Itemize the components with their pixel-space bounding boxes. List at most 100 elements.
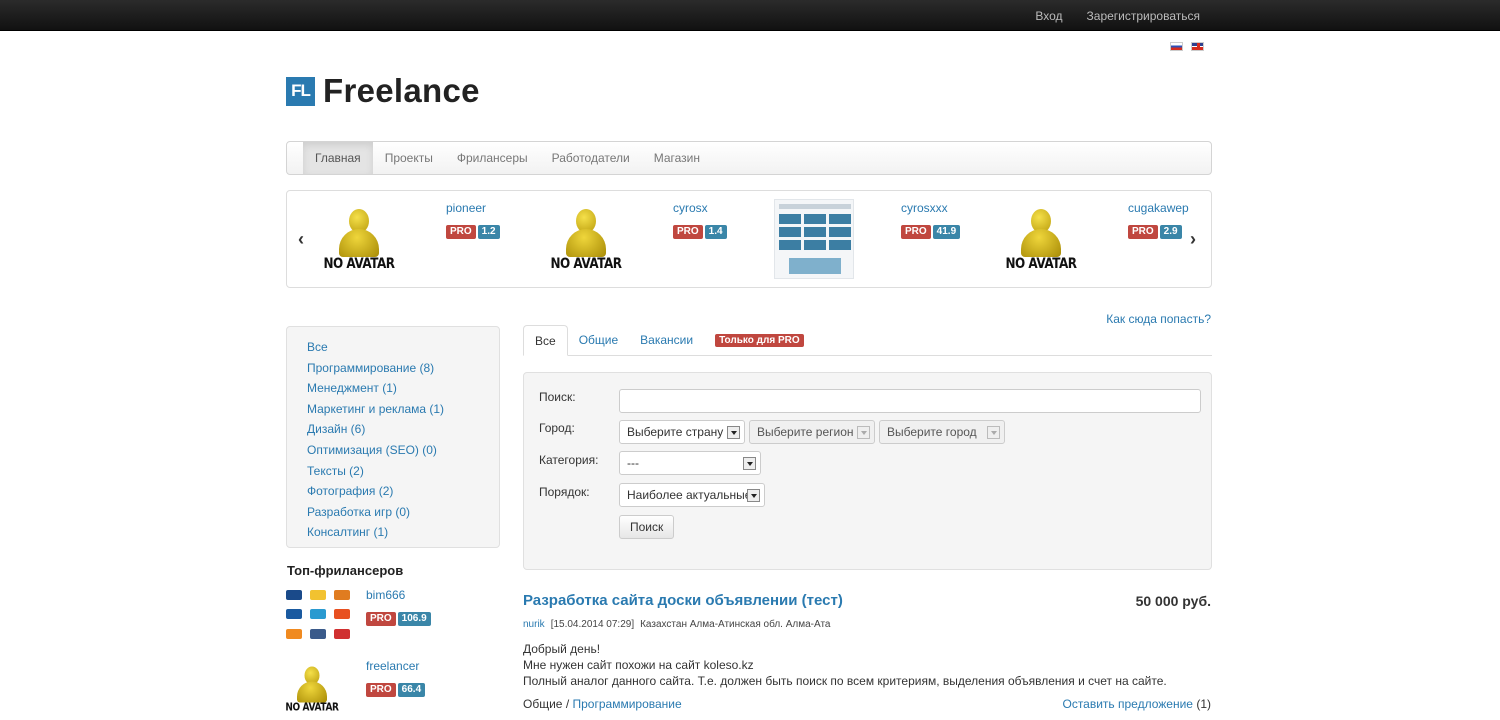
no-avatar-image[interactable]: NO AVATAR [282, 659, 339, 713]
category-select[interactable]: --- [619, 451, 761, 475]
english-flag-icon[interactable] [1191, 42, 1204, 51]
offer-count: (1) [1196, 697, 1211, 711]
category-separator: / [565, 697, 570, 711]
no-avatar-label: NO AVATAR [285, 700, 339, 714]
carousel-item: cyrosxxx PRO 41.9 [774, 191, 961, 287]
tab-general[interactable]: Общие [568, 325, 629, 355]
search-button[interactable]: Поиск [619, 515, 675, 539]
rating-badge: 1.2 [477, 225, 500, 239]
freelancer-name-link[interactable]: bim666 [366, 588, 405, 602]
category-link[interactable]: Консалтинг (1) [307, 522, 499, 543]
description-line: Полный аналог данного сайта. Т.е. должен… [523, 674, 1167, 688]
logo-text: Freelance [323, 72, 480, 109]
pro-badge: PRO [1128, 225, 1158, 239]
chevron-down-icon [987, 426, 1000, 439]
pro-badge: PRO [901, 225, 931, 239]
no-avatar-image[interactable]: NO AVATAR [1001, 199, 1081, 279]
author-link[interactable]: nurik [523, 619, 545, 630]
order-select-value: Наиболее актуальные [627, 488, 752, 502]
search-input[interactable] [619, 389, 1201, 413]
project-meta: nurik [15.04.2014 07:29] Казахстан Алма-Ат… [523, 619, 837, 630]
country-select[interactable]: Выберите страну [619, 420, 745, 444]
carousel-item: NO AVATAR cyrosx PRO 1.4 [546, 191, 727, 287]
search-filter-panel: Поиск: Город: Выберите страну Выберите р… [523, 372, 1212, 570]
category-link[interactable]: Менеджмент (1) [307, 378, 499, 399]
nav-employers[interactable]: Работодатели [540, 142, 642, 174]
category-link[interactable]: Тексты (2) [307, 461, 499, 482]
rating-badge: 2.9 [1159, 225, 1182, 239]
chevron-down-icon [743, 457, 756, 470]
site-logo[interactable]: FL Freelance [286, 72, 480, 110]
chevron-down-icon [727, 426, 740, 439]
rating-badge: 66.4 [397, 683, 426, 697]
rating-badge: 106.9 [397, 612, 431, 626]
chevron-down-icon [857, 426, 870, 439]
pro-badge: PRO [366, 683, 396, 697]
freelancer-name-link[interactable]: cugakawep [1128, 201, 1189, 215]
portfolio-thumbnail[interactable] [774, 199, 854, 279]
login-link[interactable]: Вход [1035, 9, 1062, 23]
pro-badge: PRO [446, 225, 476, 239]
city-select-value: Выберите город [887, 425, 977, 439]
tab-vacancies[interactable]: Вакансии [629, 325, 704, 355]
category-link[interactable]: Дизайн (6) [307, 419, 499, 440]
no-avatar-label: NO AVATAR [323, 254, 395, 272]
freelancer-name-link[interactable]: cyrosx [673, 201, 708, 215]
category-link[interactable]: Оптимизация (SEO) (0) [307, 440, 499, 461]
rating-badge: 1.4 [704, 225, 727, 239]
no-avatar-image[interactable]: NO AVATAR [319, 199, 399, 279]
nav-home[interactable]: Главная [303, 142, 373, 174]
project-subcategory-link[interactable]: Программирование [573, 697, 682, 711]
tab-pro-only[interactable]: Только для PRO [715, 334, 804, 347]
top-bar: Вход Зарегистрироваться [0, 0, 1500, 31]
project-title-link[interactable]: Разработка сайта доски объявлении (тест) [523, 592, 843, 609]
language-switcher [1170, 42, 1204, 51]
carousel-next-icon[interactable]: › [1190, 229, 1196, 250]
freelancer-name-link[interactable]: freelancer [366, 659, 419, 673]
no-avatar-label: NO AVATAR [550, 254, 622, 272]
offer-area: Оставить предложение (1) [1062, 697, 1211, 711]
city-label: Город: [539, 421, 575, 435]
russian-flag-icon[interactable] [1170, 42, 1183, 51]
category-link[interactable]: Все [307, 337, 499, 358]
description-line: Добрый день! [523, 642, 601, 656]
leave-offer-link[interactable]: Оставить предложение [1062, 697, 1193, 711]
category-link[interactable]: Фотография (2) [307, 481, 499, 502]
freelancer-carousel: ‹ › NO AVATAR pioneer PRO 1.2 NO AVATAR … [286, 190, 1212, 288]
category-select-value: --- [627, 456, 639, 470]
no-avatar-label: NO AVATAR [1005, 254, 1077, 272]
logo-badge: FL [286, 76, 315, 106]
region-select-value: Выберите регион [757, 425, 854, 439]
city-select: Выберите город [879, 420, 1005, 444]
nav-freelancers[interactable]: Фрилансеры [445, 142, 540, 174]
rating-badge: 41.9 [932, 225, 961, 239]
nav-projects[interactable]: Проекты [373, 142, 445, 174]
description-line: Мне нужен сайт похожи на сайт koleso.kz [523, 658, 754, 672]
category-link[interactable]: Маркетинг и реклама (1) [307, 399, 499, 420]
nav-shop[interactable]: Магазин [642, 142, 712, 174]
project-date: [15.04.2014 07:29] [550, 619, 635, 630]
project-category-main: Общие [523, 697, 563, 711]
carousel-prev-icon[interactable]: ‹ [298, 229, 304, 250]
project-tabs: Все Общие Вакансии Только для PRO [523, 325, 1212, 356]
freelancer-name-link[interactable]: cyrosxxx [901, 201, 948, 215]
carousel-item: NO AVATAR cugakawep PRO 2.9 [1001, 191, 1188, 287]
carousel-item: NO AVATAR pioneer PRO 1.2 [319, 191, 500, 287]
project-price: 50 000 руб. [1135, 593, 1211, 609]
no-avatar-image[interactable]: NO AVATAR [546, 199, 626, 279]
category-link[interactable]: Программирование (8) [307, 358, 499, 379]
payment-logos-avatar[interactable] [286, 588, 350, 644]
how-to-get-here-link[interactable]: Как сюда попасть? [1106, 312, 1211, 326]
order-select[interactable]: Наиболее актуальные [619, 483, 765, 507]
register-link[interactable]: Зарегистрироваться [1087, 9, 1200, 23]
freelancer-name-link[interactable]: pioneer [446, 201, 486, 215]
region-select: Выберите регион [749, 420, 875, 444]
top-freelancers-title: Топ-фрилансеров [287, 563, 404, 578]
category-label: Категория: [539, 453, 599, 467]
order-label: Порядок: [539, 485, 590, 499]
project-location: Казахстан Алма-Атинская обл. Алма-Ата [640, 619, 831, 630]
category-link[interactable]: Разработка игр (0) [307, 502, 499, 523]
tab-all[interactable]: Все [523, 325, 568, 356]
project-description: Добрый день! Мне нужен сайт похожи на са… [523, 641, 1167, 689]
main-nav: Главная Проекты Фрилансеры Работодатели … [286, 141, 1212, 175]
